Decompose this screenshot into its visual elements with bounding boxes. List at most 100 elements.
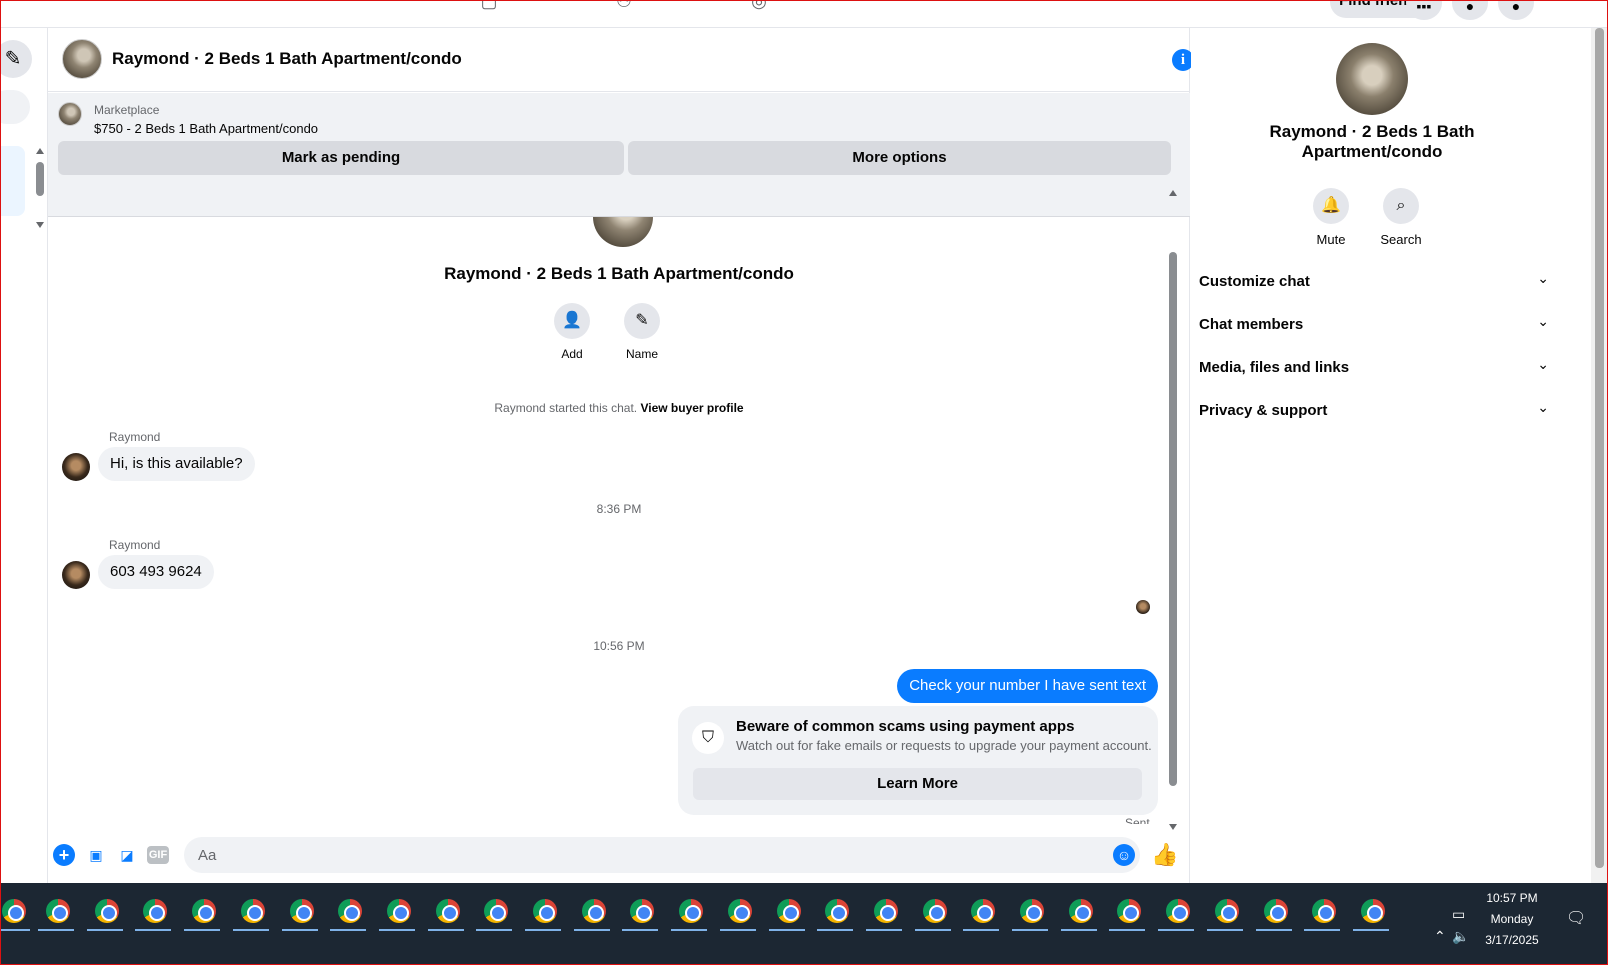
photo-icon[interactable]: ▣ xyxy=(85,844,107,866)
scroll-up-arrow-icon[interactable] xyxy=(36,148,44,154)
chrome-taskbar-icon[interactable] xyxy=(0,893,32,931)
chrome-icon xyxy=(1312,899,1337,923)
sender-avatar[interactable] xyxy=(62,453,90,481)
volume-icon[interactable]: 🔈 xyxy=(1452,928,1469,945)
chrome-taskbar-icon[interactable] xyxy=(1059,893,1099,931)
chrome-taskbar-icon[interactable] xyxy=(767,893,807,931)
chrome-taskbar-icon[interactable] xyxy=(1254,893,1294,931)
message-sender: Raymond xyxy=(109,538,161,552)
name-chat-action[interactable]: ✎ Name xyxy=(612,303,672,361)
listing-title[interactable]: $750 - 2 Beds 1 Bath Apartment/condo xyxy=(94,121,318,136)
chrome-taskbar-icon[interactable] xyxy=(523,893,563,931)
chrome-taskbar-icon[interactable] xyxy=(328,893,368,931)
message-input[interactable] xyxy=(184,837,1140,873)
customize-chat-section[interactable]: Customize chat ⌄ xyxy=(1199,264,1549,300)
add-label: Add xyxy=(561,347,583,361)
chrome-taskbar-icon[interactable] xyxy=(913,893,953,931)
notifications-center-icon[interactable]: 🗨 xyxy=(1566,908,1586,928)
plus-icon[interactable]: + xyxy=(53,844,75,866)
view-buyer-profile-link[interactable]: View buyer profile xyxy=(640,401,743,415)
add-person-icon[interactable]: 👤 xyxy=(554,303,590,339)
notifications-icon[interactable]: ● xyxy=(1452,0,1488,20)
chrome-taskbar-icon[interactable] xyxy=(1107,893,1147,931)
thumbs-up-icon[interactable]: 👍 xyxy=(1151,842,1178,868)
page-scroll-thumb[interactable] xyxy=(1595,28,1604,868)
chrome-taskbar-icon[interactable] xyxy=(620,893,660,931)
clock-day[interactable]: Monday xyxy=(1477,912,1547,926)
chrome-taskbar-icon[interactable] xyxy=(1010,893,1050,931)
add-people-action[interactable]: 👤 Add xyxy=(542,303,602,361)
mute-action[interactable]: 🔔 Mute xyxy=(1301,188,1361,247)
running-indicator xyxy=(719,929,756,931)
chat-title[interactable]: Raymond · 2 Beds 1 Bath Apartment/condo xyxy=(112,49,462,69)
chrome-taskbar-icon[interactable] xyxy=(182,893,222,931)
clock-date[interactable]: 3/17/2025 xyxy=(1477,933,1547,947)
chevron-up-icon[interactable]: ⌃ xyxy=(1434,928,1446,945)
chrome-taskbar-icon[interactable] xyxy=(815,893,855,931)
scroll-down-arrow-icon[interactable] xyxy=(36,222,44,228)
media-files-links-section[interactable]: Media, files and links ⌄ xyxy=(1199,350,1549,386)
clock-time[interactable]: 10:57 PM xyxy=(1477,891,1547,905)
sticker-icon[interactable]: ◪ xyxy=(116,844,138,866)
account-avatar[interactable]: ● xyxy=(1498,0,1534,20)
marketplace-banner: Marketplace $750 - 2 Beds 1 Bath Apartme… xyxy=(48,93,1190,217)
chrome-taskbar-icon[interactable] xyxy=(669,893,709,931)
info-avatar[interactable] xyxy=(1336,43,1408,115)
selected-chat-item[interactable] xyxy=(0,146,25,216)
chrome-taskbar-icon[interactable] xyxy=(231,893,271,931)
thread-scrollbar[interactable] xyxy=(1167,190,1179,830)
new-message-icon[interactable]: ✎ xyxy=(0,40,32,78)
scam-warning-text: Watch out for fake emails or requests to… xyxy=(736,738,1152,753)
chat-list-scrollbar[interactable] xyxy=(35,148,45,228)
chrome-icon xyxy=(46,899,70,923)
chrome-icon xyxy=(873,899,898,923)
more-options-button[interactable]: More options xyxy=(628,141,1171,175)
pencil-icon[interactable]: ✎ xyxy=(624,303,660,339)
outgoing-message[interactable]: Check your number I have sent text xyxy=(897,669,1158,703)
page-scrollbar[interactable] xyxy=(1591,28,1608,883)
privacy-support-section[interactable]: Privacy & support ⌄ xyxy=(1199,393,1549,429)
incoming-message[interactable]: Hi, is this available? xyxy=(98,447,255,481)
chrome-taskbar-icon[interactable] xyxy=(864,893,904,931)
chrome-taskbar-icon[interactable] xyxy=(36,893,76,931)
incoming-message[interactable]: 603 493 9624 xyxy=(98,555,214,589)
chrome-icon xyxy=(1068,899,1093,923)
chrome-taskbar-icon[interactable] xyxy=(377,893,417,931)
chrome-taskbar-icon[interactable] xyxy=(85,893,125,931)
chrome-icon xyxy=(338,899,363,923)
mark-as-pending-button[interactable]: Mark as pending xyxy=(58,141,624,175)
sender-avatar[interactable] xyxy=(62,561,90,589)
friends-nav-icon[interactable]: ⚇ xyxy=(613,0,635,10)
chrome-taskbar-icon[interactable] xyxy=(572,893,612,931)
chrome-taskbar-icon[interactable] xyxy=(1205,893,1245,931)
chat-members-section[interactable]: Chat members ⌄ xyxy=(1199,307,1549,343)
chrome-taskbar-icon[interactable] xyxy=(280,893,320,931)
timestamp: 10:56 PM xyxy=(593,639,645,653)
scroll-up-arrow-icon[interactable] xyxy=(1169,190,1177,196)
network-icon[interactable]: ▭ xyxy=(1452,906,1465,923)
scroll-thumb[interactable] xyxy=(36,162,44,196)
running-indicator xyxy=(1012,929,1048,931)
marketplace-nav-icon[interactable]: ▢ xyxy=(478,0,500,10)
emoji-icon[interactable]: ☺ xyxy=(1113,844,1135,866)
chrome-taskbar-icon[interactable] xyxy=(426,893,466,931)
scroll-thumb[interactable] xyxy=(1169,252,1177,786)
search-action[interactable]: ⌕ Search xyxy=(1371,188,1431,247)
bell-icon[interactable]: 🔔 xyxy=(1313,188,1349,224)
gif-icon[interactable]: GIF xyxy=(147,846,169,864)
learn-more-button[interactable]: Learn More xyxy=(693,768,1142,800)
chat-search-pill[interactable] xyxy=(0,90,30,124)
chrome-taskbar-icon[interactable] xyxy=(718,893,758,931)
chrome-taskbar-icon[interactable] xyxy=(961,893,1001,931)
chrome-taskbar-icon[interactable] xyxy=(474,893,514,931)
chrome-icon xyxy=(435,899,460,923)
chrome-taskbar-icon[interactable] xyxy=(1156,893,1196,931)
search-icon[interactable]: ⌕ xyxy=(1383,188,1419,224)
chrome-taskbar-icon[interactable] xyxy=(1351,893,1391,931)
groups-nav-icon[interactable]: ◎ xyxy=(748,0,770,10)
listing-thumbnail[interactable] xyxy=(58,102,82,126)
scam-warning-card: ⛉ Beware of common scams using payment a… xyxy=(678,706,1158,815)
chat-avatar[interactable] xyxy=(62,39,102,79)
chrome-taskbar-icon[interactable] xyxy=(1302,893,1342,931)
chrome-taskbar-icon[interactable] xyxy=(133,893,173,931)
